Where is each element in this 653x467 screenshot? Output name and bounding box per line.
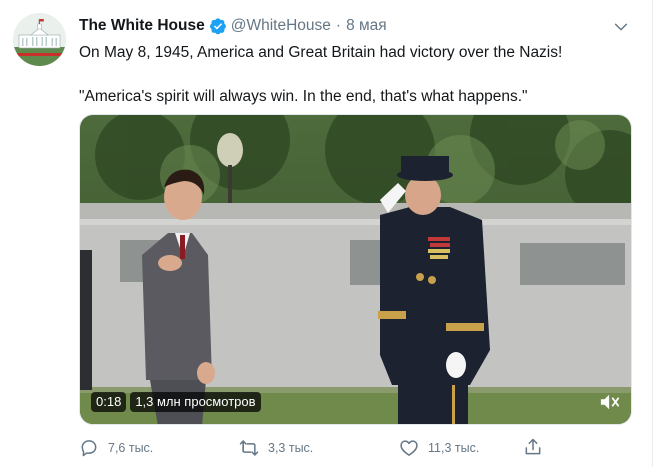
reply-button[interactable]: 7,6 тыс. [79, 438, 239, 458]
reply-icon [81, 440, 97, 457]
share-button[interactable] [523, 437, 543, 457]
author-avatar[interactable] [13, 13, 66, 66]
mute-button[interactable] [599, 392, 621, 412]
tweet-text-line-2: "America's spirit will always win. In th… [79, 88, 528, 105]
heart-icon [400, 440, 418, 456]
tweet-header: The White House @WhiteHouse · 8 мая [79, 15, 632, 37]
reply-count: 7,6 тыс. [108, 441, 154, 455]
like-count: 11,3 тыс. [428, 441, 480, 455]
verified-badge-icon [209, 18, 226, 35]
tweet-date[interactable]: 8 мая [346, 17, 387, 35]
tweet-actions: 7,6 тыс. 3,3 тыс. 11,3 тыс. [79, 437, 559, 459]
tweet-text-line-1: On May 8, 1945, America and Great Britai… [79, 44, 563, 61]
retweet-button[interactable]: 3,3 тыс. [239, 438, 399, 458]
tweet-card[interactable]: The White House @WhiteHouse · 8 мая On M… [0, 0, 653, 467]
share-icon [525, 438, 541, 455]
retweet-icon [239, 440, 259, 456]
author-display-name[interactable]: The White House [79, 17, 205, 35]
separator-dot: · [335, 17, 342, 34]
video-badges: 0:18 1,3 млн просмотров [91, 392, 261, 412]
video-player[interactable]: 0:18 1,3 млн просмотров [79, 114, 632, 425]
video-duration-badge: 0:18 [91, 392, 127, 412]
retweet-count: 3,3 тыс. [268, 441, 314, 455]
author-handle[interactable]: @WhiteHouse [231, 17, 331, 35]
speaker-muted-icon [600, 394, 620, 410]
video-views-badge: 1,3 млн просмотров [130, 392, 261, 412]
more-options-button[interactable] [610, 16, 632, 38]
white-house-avatar-icon [13, 13, 66, 66]
tweet-text: On May 8, 1945, America and Great Britai… [79, 42, 638, 108]
video-frame-image [80, 115, 631, 424]
chevron-down-icon [614, 23, 628, 31]
